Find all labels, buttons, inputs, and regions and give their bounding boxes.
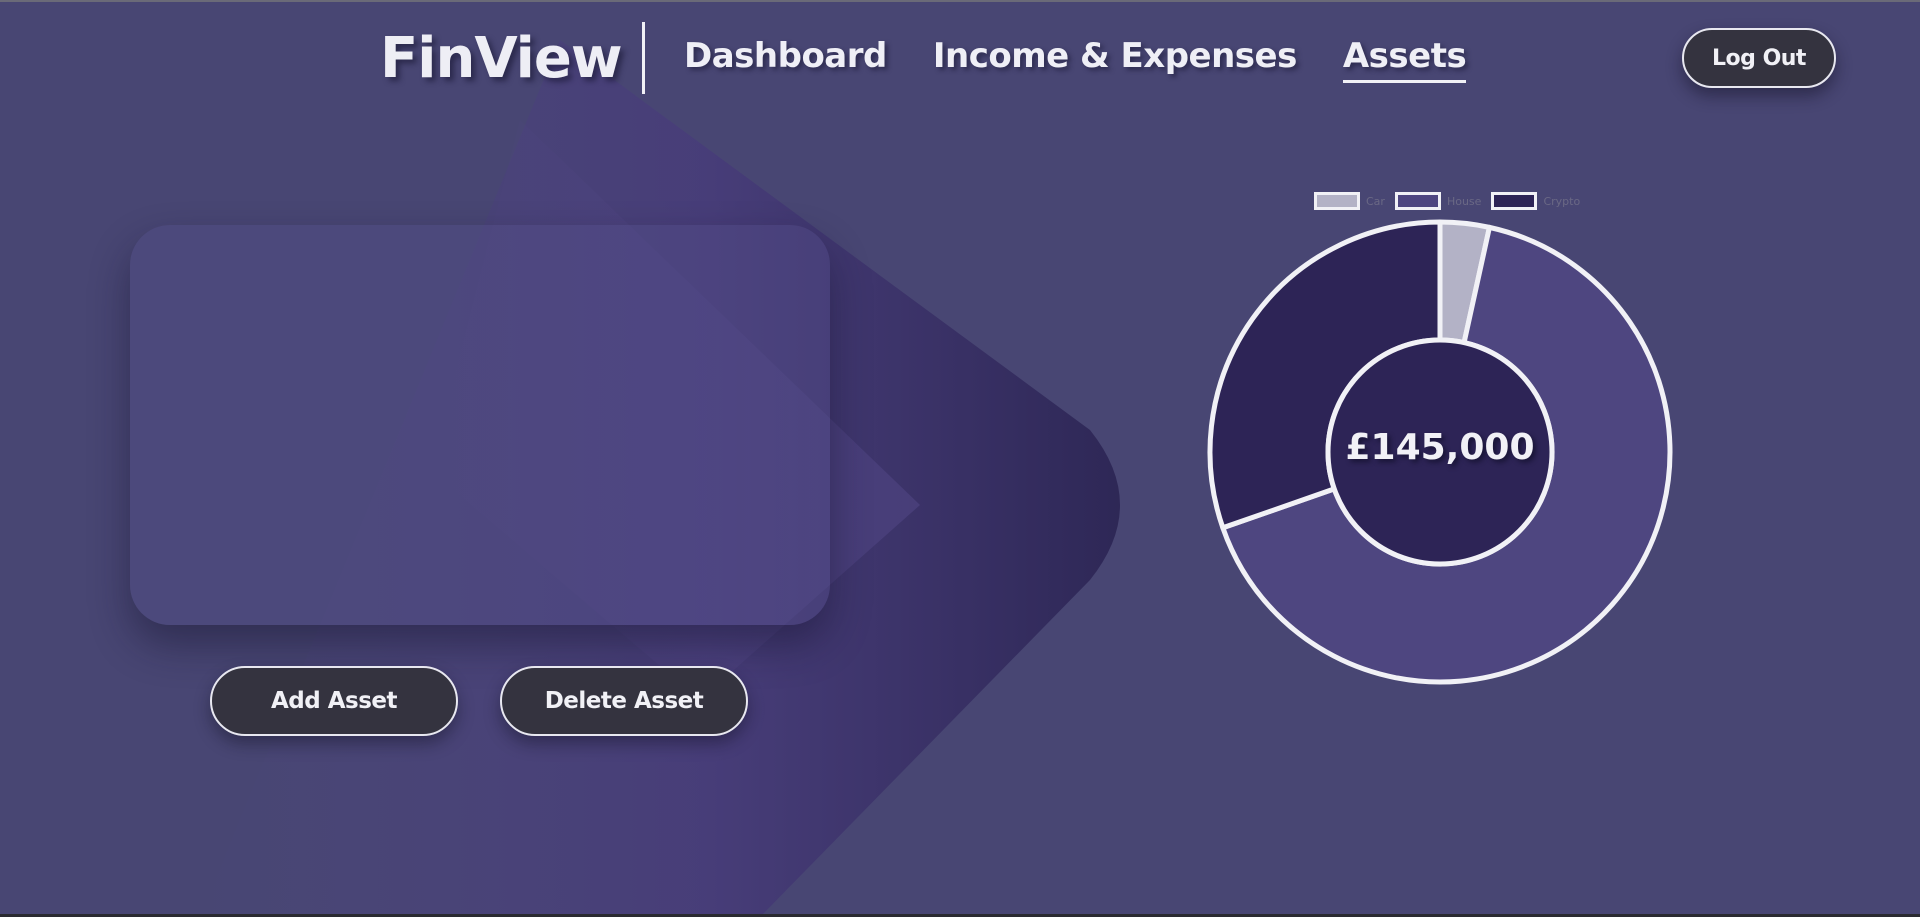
nav-income-expenses[interactable]: Income & Expenses (933, 36, 1297, 83)
delete-asset-button[interactable]: Delete Asset (500, 666, 748, 736)
nav-dashboard[interactable]: Dashboard (684, 36, 887, 83)
brand: FinView (380, 22, 645, 94)
main-nav: Dashboard Income & Expenses Assets (684, 36, 1512, 83)
app-logo[interactable]: FinView (380, 26, 623, 91)
assets-card (130, 225, 830, 625)
total-assets-value: £145,000 (1345, 427, 1535, 468)
logout-button[interactable]: Log Out (1682, 28, 1836, 88)
nav-assets[interactable]: Assets (1342, 36, 1467, 83)
add-asset-button[interactable]: Add Asset (210, 666, 458, 736)
logo-divider (641, 22, 645, 94)
